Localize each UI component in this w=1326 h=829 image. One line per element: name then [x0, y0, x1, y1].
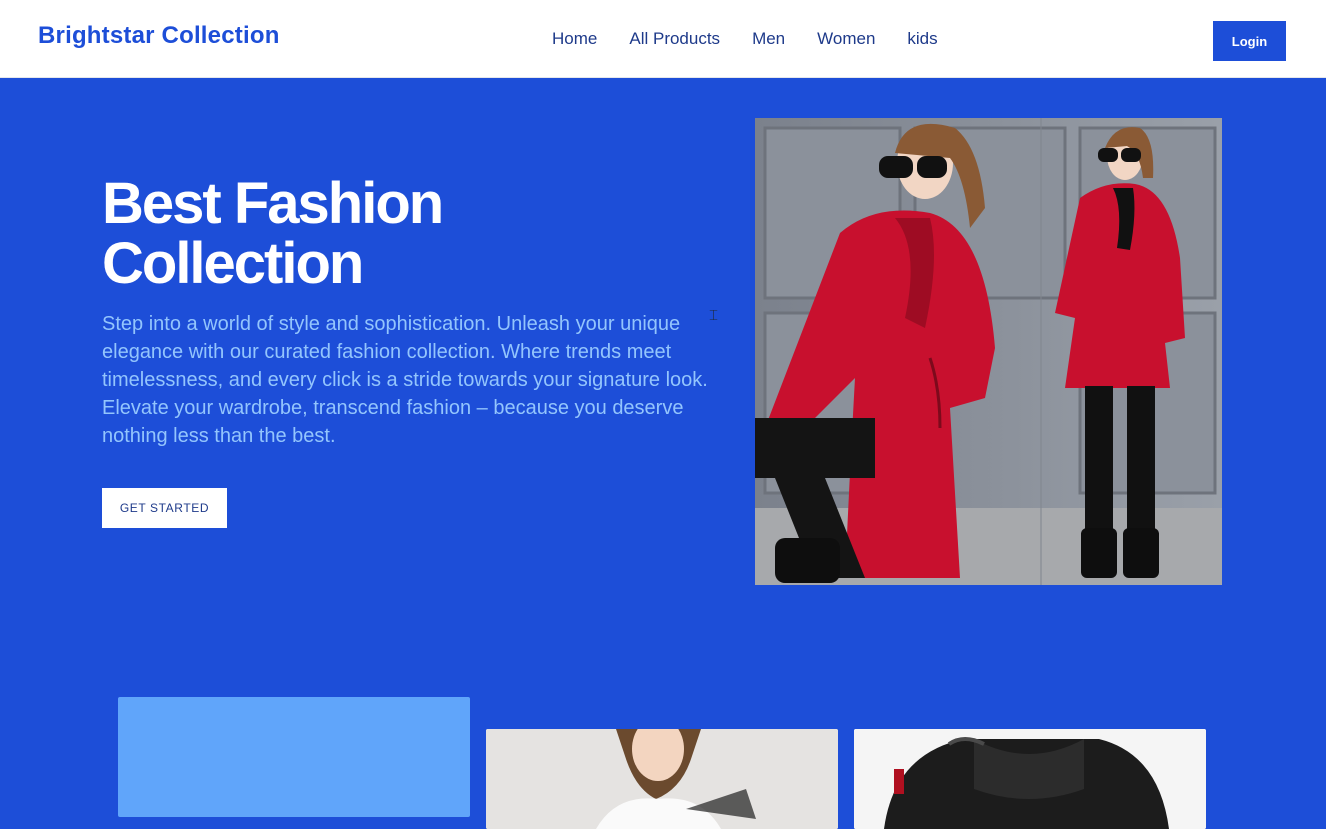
- nav-link-women[interactable]: Women: [817, 29, 875, 49]
- hero-fashion-image: [755, 118, 1222, 585]
- nav-link-all-products[interactable]: All Products: [629, 29, 720, 49]
- login-button[interactable]: Login: [1213, 21, 1286, 61]
- nav-link-home[interactable]: Home: [552, 29, 597, 49]
- woman-photo-illustration: [486, 729, 838, 829]
- hero-description: Step into a world of style and sophistic…: [102, 313, 708, 447]
- puffer-jacket-illustration: [854, 729, 1206, 829]
- top-navbar: Brightstar Collection Home All Products …: [0, 0, 1326, 78]
- nav-link-men[interactable]: Men: [752, 29, 785, 49]
- main-nav: Home All Products Men Women kids: [552, 29, 938, 49]
- nav-link-kids[interactable]: kids: [907, 29, 937, 49]
- get-started-button[interactable]: GET STARTED: [102, 488, 227, 528]
- text-cursor-icon: ⌶: [709, 306, 719, 324]
- brand-logo-link[interactable]: Brightstar Collection: [38, 22, 280, 50]
- category-card-featured[interactable]: [118, 697, 470, 817]
- hero-title: Best Fashion Collection: [102, 171, 444, 296]
- product-card-women[interactable]: [486, 729, 838, 829]
- hero-photo-illustration: [755, 118, 1222, 585]
- hero-section: Best Fashion Collection Step into a worl…: [0, 78, 1326, 829]
- product-card-jacket[interactable]: [854, 729, 1206, 829]
